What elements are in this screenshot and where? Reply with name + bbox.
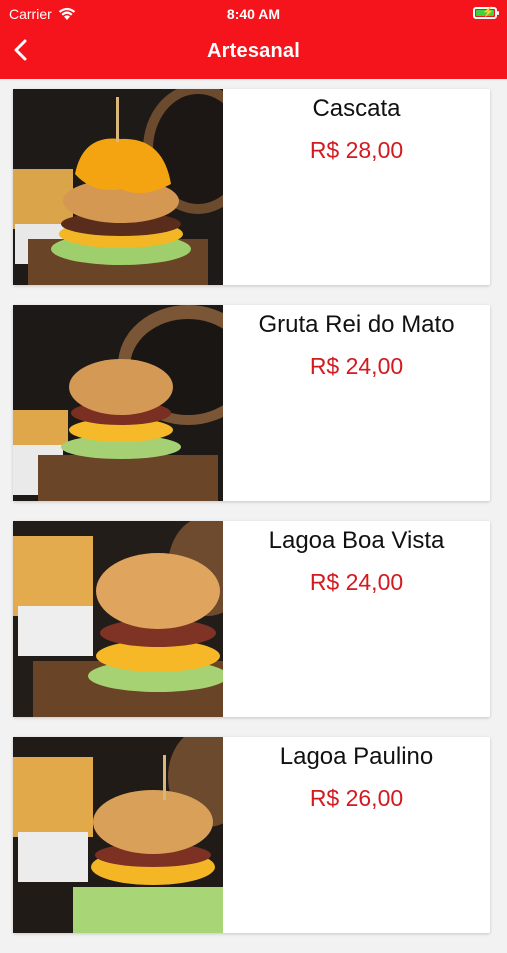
product-image	[13, 521, 223, 717]
product-card[interactable]: Lagoa Paulino R$ 26,00	[13, 737, 490, 933]
product-name: Gruta Rei do Mato	[258, 311, 455, 338]
page-title: Artesanal	[207, 40, 300, 62]
product-list: Cascata R$ 28,00 Gruta Rei do Mato R$ 24…	[13, 89, 490, 953]
product-info: Lagoa Boa Vista R$ 24,00	[223, 521, 490, 596]
product-name: Lagoa Paulino	[279, 743, 434, 770]
product-card[interactable]: Cascata R$ 28,00	[13, 89, 490, 285]
product-info: Cascata R$ 28,00	[223, 89, 490, 164]
product-card[interactable]: Lagoa Boa Vista R$ 24,00	[13, 521, 490, 717]
product-name: Cascata	[312, 95, 401, 122]
nav-bar: Artesanal	[0, 28, 507, 79]
product-info: Lagoa Paulino R$ 26,00	[223, 737, 490, 812]
product-price: R$ 24,00	[309, 353, 404, 379]
product-price: R$ 26,00	[309, 785, 404, 811]
product-price: R$ 28,00	[309, 137, 404, 163]
status-bar: Carrier 8:40 AM ⚡	[0, 0, 507, 28]
product-image	[13, 305, 223, 501]
product-image	[13, 737, 223, 933]
battery-icon: ⚡	[473, 7, 499, 19]
product-image	[13, 89, 223, 285]
product-price: R$ 24,00	[309, 569, 404, 595]
status-time: 8:40 AM	[226, 6, 281, 22]
product-name: Lagoa Boa Vista	[268, 527, 445, 554]
product-card[interactable]: Gruta Rei do Mato R$ 24,00	[13, 305, 490, 501]
product-info: Gruta Rei do Mato R$ 24,00	[223, 305, 490, 380]
app-header: Carrier 8:40 AM ⚡ Artesanal	[0, 0, 507, 79]
